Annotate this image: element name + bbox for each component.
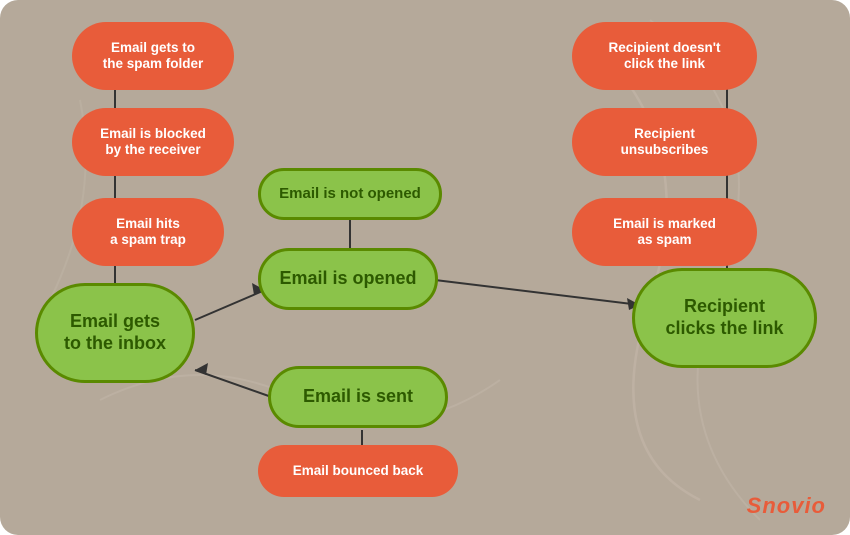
node-spam-folder-label: Email gets tothe spam folder [103, 40, 204, 72]
node-sent: Email is sent [268, 366, 448, 428]
canvas: Email getsto the inbox Email is opened E… [0, 0, 850, 535]
node-clicks-label: Recipientclicks the link [665, 296, 783, 339]
node-spam-trap: Email hitsa spam trap [72, 198, 224, 266]
node-inbox: Email getsto the inbox [35, 283, 195, 383]
node-no-click-label: Recipient doesn'tclick the link [609, 40, 721, 72]
brand-suffix: io [804, 493, 826, 518]
brand-text: Snov [747, 493, 805, 518]
node-spam-trap-label: Email hitsa spam trap [110, 216, 186, 248]
node-marked-spam-label: Email is markedas spam [613, 216, 716, 248]
node-bounced-label: Email bounced back [293, 463, 424, 479]
node-not-opened-label: Email is not opened [279, 185, 421, 203]
node-unsubscribes-label: Recipientunsubscribes [621, 126, 709, 158]
node-unsubscribes: Recipientunsubscribes [572, 108, 757, 176]
node-inbox-label: Email getsto the inbox [64, 311, 166, 354]
node-opened-label: Email is opened [279, 268, 416, 290]
node-not-opened: Email is not opened [258, 168, 442, 220]
brand-logo: Snovio [747, 493, 826, 519]
node-blocked: Email is blockedby the receiver [72, 108, 234, 176]
node-clicks: Recipientclicks the link [632, 268, 817, 368]
node-opened: Email is opened [258, 248, 438, 310]
node-marked-spam: Email is markedas spam [572, 198, 757, 266]
node-sent-label: Email is sent [303, 386, 413, 408]
node-no-click: Recipient doesn'tclick the link [572, 22, 757, 90]
node-spam-folder: Email gets tothe spam folder [72, 22, 234, 90]
node-blocked-label: Email is blockedby the receiver [100, 126, 206, 158]
node-bounced: Email bounced back [258, 445, 458, 497]
